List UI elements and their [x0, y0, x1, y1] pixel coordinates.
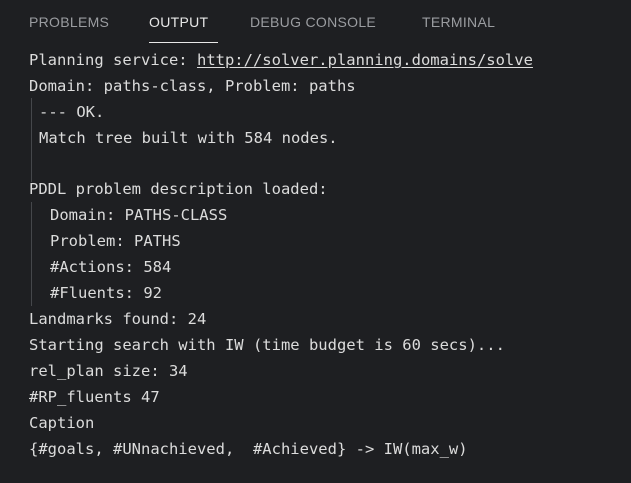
output-line-caption: Caption: [29, 414, 95, 432]
tab-debug-console[interactable]: DEBUG CONSOLE: [250, 14, 376, 30]
output-panel[interactable]: Planning service: http://solver.planning…: [0, 44, 631, 483]
output-line-pddl-fluents: #Fluents: 92: [50, 284, 162, 302]
output-line-ok: --- OK.: [39, 103, 105, 121]
active-tab-indicator: [149, 42, 218, 43]
output-line-starting-search: Starting search with IW (time budget is …: [29, 336, 505, 354]
indent-guide: [31, 202, 32, 306]
output-line-rp-fluents: #RP_fluents 47: [29, 388, 160, 406]
service-url-link[interactable]: http://solver.planning.domains/solve: [197, 51, 533, 69]
output-line-pddl-loaded: PDDL problem description loaded:: [29, 180, 328, 198]
tab-problems[interactable]: PROBLEMS: [29, 14, 109, 30]
output-line-landmarks: Landmarks found: 24: [29, 310, 207, 328]
panel-tab-bar: PROBLEMS OUTPUT DEBUG CONSOLE TERMINAL: [0, 0, 631, 44]
output-line-pddl-problem: Problem: PATHS: [50, 232, 181, 250]
output-line-goals: {#goals, #UNnachieved, #Achieved} -> IW(…: [29, 440, 468, 458]
output-line-rel-plan: rel_plan size: 34: [29, 362, 188, 380]
tab-terminal[interactable]: TERMINAL: [422, 14, 495, 30]
service-label: Planning service:: [29, 51, 197, 69]
output-line-pddl-actions: #Actions: 584: [50, 258, 172, 276]
indent-guide: [31, 98, 32, 182]
output-line-match-tree: Match tree built with 584 nodes.: [39, 129, 338, 147]
tab-output[interactable]: OUTPUT: [149, 14, 208, 30]
output-line-service: Planning service: http://solver.planning…: [29, 48, 533, 72]
output-line-domain-problem: Domain: paths-class, Problem: paths: [29, 77, 356, 95]
output-line-pddl-domain: Domain: PATHS-CLASS: [50, 206, 228, 224]
